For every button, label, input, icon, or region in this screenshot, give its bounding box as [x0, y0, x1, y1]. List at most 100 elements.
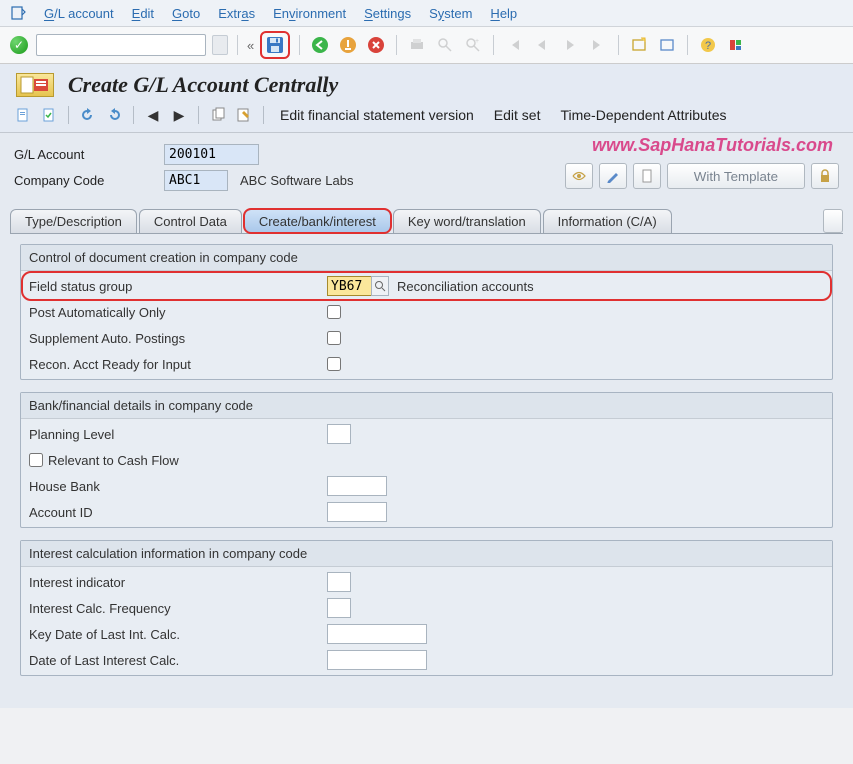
- housebank-input[interactable]: [327, 476, 387, 496]
- app-icon: [10, 5, 26, 21]
- company-code-input[interactable]: [164, 170, 228, 191]
- next-record-icon[interactable]: ▶: [170, 106, 188, 124]
- tab-create-bank-interest[interactable]: Create/bank/interest: [244, 209, 391, 233]
- indicator-input[interactable]: [327, 572, 351, 592]
- command-dropdown[interactable]: [212, 35, 228, 55]
- history-back-icon[interactable]: «: [247, 38, 254, 53]
- application-toolbar: ◀ ▶ Edit financial statement version Edi…: [0, 106, 853, 133]
- post-auto-checkbox[interactable]: [327, 305, 341, 319]
- fsg-label: Field status group: [27, 279, 327, 294]
- supp-auto-checkbox[interactable]: [327, 331, 341, 345]
- tab-content: Control of document creation in company …: [10, 234, 843, 708]
- menu-gl-account[interactable]: G/L account: [44, 6, 114, 21]
- prev-page-button[interactable]: [531, 34, 553, 56]
- first-page-button[interactable]: [503, 34, 525, 56]
- undo-icon[interactable]: [79, 106, 97, 124]
- group-bank-details: Bank/financial details in company code P…: [20, 392, 833, 528]
- company-code-desc: ABC Software Labs: [240, 173, 353, 188]
- indicator-label: Interest indicator: [27, 575, 327, 590]
- command-field[interactable]: [36, 34, 206, 56]
- accountid-input[interactable]: [327, 502, 387, 522]
- menu-environment[interactable]: Environment: [273, 6, 346, 21]
- enter-button[interactable]: ✓: [8, 34, 30, 56]
- edit-button[interactable]: [599, 163, 627, 189]
- copy-icon[interactable]: [209, 106, 227, 124]
- help-button[interactable]: ?: [697, 34, 719, 56]
- group-title-3: Interest calculation information in comp…: [21, 541, 832, 567]
- group-document-control: Control of document creation in company …: [20, 244, 833, 380]
- tab-information-ca[interactable]: Information (C/A): [543, 209, 672, 233]
- with-template-button[interactable]: With Template: [667, 163, 805, 189]
- menu-system[interactable]: System: [429, 6, 472, 21]
- change-icon[interactable]: [235, 106, 253, 124]
- transaction-icon: [16, 73, 54, 97]
- header-fields: www.SapHanaTutorials.com G/L Account Com…: [0, 133, 853, 199]
- gl-account-label: G/L Account: [14, 147, 164, 162]
- next-page-button[interactable]: [559, 34, 581, 56]
- layout-button[interactable]: [725, 34, 747, 56]
- lastdate-input[interactable]: [327, 650, 427, 670]
- create-button[interactable]: [633, 163, 661, 189]
- supp-auto-label: Supplement Auto. Postings: [27, 331, 327, 346]
- recon-checkbox[interactable]: [327, 357, 341, 371]
- time-dependent-button[interactable]: Time-Dependent Attributes: [554, 107, 732, 123]
- group-title-1: Control of document creation in company …: [21, 245, 832, 271]
- watermark: www.SapHanaTutorials.com: [592, 135, 833, 156]
- prev-record-icon[interactable]: ◀: [144, 106, 162, 124]
- tab-overflow-button[interactable]: [823, 209, 843, 233]
- save-button[interactable]: [264, 34, 286, 56]
- field-status-group-row: Field status group Reconciliation accoun…: [23, 273, 830, 299]
- cashflow-label: Relevant to Cash Flow: [48, 453, 179, 468]
- exit-button[interactable]: [337, 34, 359, 56]
- page-title: Create G/L Account Centrally: [68, 72, 338, 98]
- menu-help[interactable]: Help: [490, 6, 517, 21]
- planning-label: Planning Level: [27, 427, 327, 442]
- company-code-label: Company Code: [14, 173, 164, 188]
- find-next-button[interactable]: +: [462, 34, 484, 56]
- cashflow-row: Relevant to Cash Flow: [27, 453, 327, 468]
- svg-text:+: +: [475, 38, 479, 45]
- svg-text:?: ?: [705, 40, 711, 52]
- gl-account-input[interactable]: [164, 144, 259, 165]
- edit-fsv-button[interactable]: Edit financial statement version: [274, 107, 480, 123]
- group-interest-calc: Interest calculation information in comp…: [20, 540, 833, 676]
- lock-button[interactable]: [811, 163, 839, 189]
- cashflow-checkbox[interactable]: [29, 453, 43, 467]
- lastdate-label: Date of Last Interest Calc.: [27, 653, 327, 668]
- last-page-button[interactable]: [587, 34, 609, 56]
- cancel-button[interactable]: [365, 34, 387, 56]
- tab-control-data[interactable]: Control Data: [139, 209, 242, 233]
- recon-label: Recon. Acct Ready for Input: [27, 357, 327, 372]
- post-auto-label: Post Automatically Only: [27, 305, 327, 320]
- tab-keyword-translation[interactable]: Key word/translation: [393, 209, 541, 233]
- display-change-button[interactable]: [565, 163, 593, 189]
- redo-icon[interactable]: [105, 106, 123, 124]
- doc-icon[interactable]: [14, 106, 32, 124]
- housebank-label: House Bank: [27, 479, 327, 494]
- fsg-search-help[interactable]: [371, 276, 389, 296]
- keydate-input[interactable]: [327, 624, 427, 644]
- new-session-button[interactable]: [628, 34, 650, 56]
- title-bar: Create G/L Account Centrally: [0, 64, 853, 106]
- fsg-input[interactable]: [327, 276, 372, 296]
- group-title-2: Bank/financial details in company code: [21, 393, 832, 419]
- planning-input[interactable]: [327, 424, 351, 444]
- create-shortcut-button[interactable]: [656, 34, 678, 56]
- find-button[interactable]: [434, 34, 456, 56]
- doc-check-icon[interactable]: [40, 106, 58, 124]
- accountid-label: Account ID: [27, 505, 327, 520]
- menu-settings[interactable]: Settings: [364, 6, 411, 21]
- header-actions: With Template: [565, 163, 839, 189]
- freq-input[interactable]: [327, 598, 351, 618]
- back-button[interactable]: [309, 34, 331, 56]
- menu-goto[interactable]: Goto: [172, 6, 200, 21]
- fsg-desc: Reconciliation accounts: [397, 279, 534, 294]
- standard-toolbar: ✓ « + ?: [0, 27, 853, 64]
- print-button[interactable]: [406, 34, 428, 56]
- edit-set-button[interactable]: Edit set: [488, 107, 547, 123]
- menu-extras[interactable]: Extras: [218, 6, 255, 21]
- tab-type-description[interactable]: Type/Description: [10, 209, 137, 233]
- freq-label: Interest Calc. Frequency: [27, 601, 327, 616]
- menu-edit[interactable]: Edit: [132, 6, 154, 21]
- save-highlight: [260, 31, 290, 59]
